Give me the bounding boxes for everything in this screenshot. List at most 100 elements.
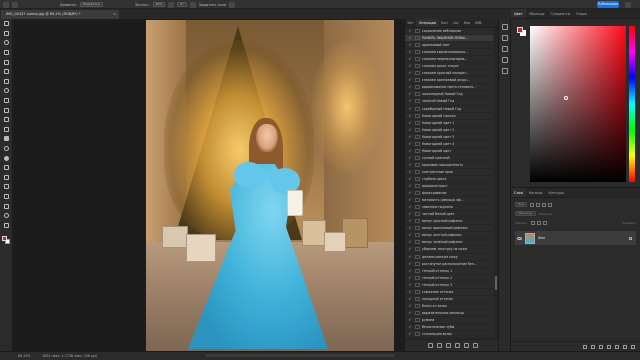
action-row[interactable]: ✓ снижение оттенка: [405, 289, 493, 296]
object-select-tool-icon[interactable]: [0, 48, 13, 58]
check-icon[interactable]: ✓: [405, 247, 415, 251]
check-icon[interactable]: ✓: [405, 318, 415, 322]
color-swatches[interactable]: [2, 236, 10, 244]
dialog-toggle-icon[interactable]: [415, 106, 420, 111]
brush-preset-picker[interactable]: [12, 1, 18, 8]
check-icon[interactable]: ✓: [405, 283, 415, 287]
color-picker-marker[interactable]: [564, 96, 568, 100]
check-icon[interactable]: ✓: [405, 85, 415, 89]
dialog-toggle-icon[interactable]: [415, 254, 420, 259]
check-icon[interactable]: ✓: [405, 184, 415, 188]
check-icon[interactable]: ✓: [405, 198, 415, 202]
check-icon[interactable]: ✓: [405, 240, 415, 244]
dialog-toggle-icon[interactable]: [415, 36, 420, 41]
fx-icon[interactable]: [591, 344, 595, 349]
play-icon[interactable]: [445, 343, 451, 348]
action-row[interactable]: ✓ заватина подлоня: [405, 204, 493, 212]
action-row[interactable]: ✓ золотой Новый Год: [405, 98, 493, 106]
check-icon[interactable]: ✓: [405, 142, 415, 146]
gradient-tool-icon[interactable]: [0, 134, 13, 144]
tab-gradients[interactable]: Градиенты: [547, 9, 573, 18]
dialog-toggle-icon[interactable]: [415, 177, 420, 181]
action-row[interactable]: ✓ глубина цвета: [405, 176, 493, 184]
action-row[interactable]: ✓ выравнивание свето-теневого...: [405, 84, 493, 92]
check-icon[interactable]: ✓: [405, 233, 415, 237]
layer-kind-select[interactable]: Вид: [515, 202, 528, 207]
action-row[interactable]: ✓ красивая насыщенность: [405, 162, 493, 169]
tab-color[interactable]: Цвет: [511, 9, 526, 18]
properties-panel-icon[interactable]: [501, 46, 508, 52]
tab-patterns[interactable]: Узоры: [573, 9, 590, 18]
pressure-icon[interactable]: [228, 1, 235, 8]
check-icon[interactable]: ✓: [405, 99, 415, 103]
dialog-toggle-icon[interactable]: [415, 64, 420, 69]
brush-tool-icon[interactable]: [0, 96, 13, 106]
action-row[interactable]: ✓ чистый белый цвет: [405, 211, 493, 219]
action-row[interactable]: ✓ спасаем красный колорит...: [405, 70, 493, 78]
canvas-area[interactable]: [14, 19, 402, 351]
actions-scrollbar[interactable]: [494, 28, 498, 339]
color-picker-field[interactable]: [530, 26, 626, 182]
actions-list[interactable]: ✓ сохранение веб версии ✓ ПАНЕЛЬ ЭКШЕНОВ НО…: [405, 28, 493, 339]
blur-tool-icon[interactable]: [0, 144, 13, 154]
action-row[interactable]: ✓ шоколадный Новый Год: [405, 91, 493, 99]
dialog-toggle-icon[interactable]: [415, 332, 420, 337]
lasso-tool-icon[interactable]: [0, 38, 13, 48]
check-icon[interactable]: ✓: [405, 262, 415, 266]
dialog-toggle-icon[interactable]: [415, 78, 420, 83]
check-icon[interactable]: ✓: [405, 64, 415, 68]
tab-channels[interactable]: Каналы: [526, 188, 546, 197]
zoom-tool-icon[interactable]: [0, 211, 13, 221]
filter-shape-icon[interactable]: [548, 202, 553, 207]
horizontal-scrollbar[interactable]: [205, 354, 395, 357]
check-icon[interactable]: ✓: [405, 57, 415, 61]
dialog-toggle-icon[interactable]: [415, 92, 420, 97]
dialog-toggle-icon[interactable]: [415, 268, 420, 273]
tab-libraries[interactable]: Бин: [439, 19, 451, 27]
crop-tool-icon[interactable]: [0, 57, 13, 67]
dialog-toggle-icon[interactable]: [415, 247, 420, 252]
dialog-toggle-icon[interactable]: [415, 71, 420, 76]
hand-tool-icon[interactable]: [0, 201, 13, 211]
stop-icon[interactable]: [427, 343, 433, 348]
check-icon[interactable]: ✓: [405, 163, 415, 167]
document-tab[interactable]: IMG_00347 копия.jpg @ 69,2% (RGB/8*) * ×: [1, 10, 119, 19]
adjustments-panel-icon[interactable]: [501, 57, 508, 63]
dialog-toggle-icon[interactable]: [415, 184, 420, 189]
action-row[interactable]: ✓ контрастные края: [405, 169, 493, 176]
dialog-toggle-icon[interactable]: [415, 205, 420, 210]
check-icon[interactable]: ✓: [405, 304, 415, 308]
dialog-toggle-icon[interactable]: [415, 141, 420, 146]
action-row[interactable]: ✓ убираем текстуру на коже: [405, 246, 493, 254]
action-row[interactable]: ✓ Новогодний цвет 2: [405, 127, 493, 134]
lock-all-icon[interactable]: [543, 220, 548, 225]
action-row[interactable]: ✓ спасаем оранжевый искру...: [405, 77, 493, 85]
lock-icon[interactable]: [629, 236, 632, 240]
clone-stamp-tool-icon[interactable]: [0, 105, 13, 115]
action-row[interactable]: ✓ Новогодний снежок: [405, 113, 493, 120]
search-icon[interactable]: [625, 1, 631, 8]
action-row[interactable]: ✓ теплый оттенок 2: [405, 275, 493, 282]
dialog-toggle-icon[interactable]: [415, 233, 420, 238]
dialog-toggle-icon[interactable]: [415, 219, 420, 224]
check-icon[interactable]: ✓: [405, 50, 415, 54]
action-row[interactable]: ✓ фильтрование: [405, 190, 493, 198]
check-icon[interactable]: ✓: [405, 191, 415, 195]
filter-type-icon[interactable]: [542, 202, 547, 207]
check-icon[interactable]: ✓: [405, 205, 415, 209]
angle-input[interactable]: 0°: [177, 2, 187, 7]
check-icon[interactable]: ✓: [405, 29, 415, 33]
check-icon[interactable]: ✓: [405, 114, 415, 118]
action-set-row[interactable]: ✓ ПАНЕЛЬ ЭКШЕНОВ НОВЫ...: [405, 35, 493, 43]
action-row[interactable]: ✓ Новогодний цвет 1: [405, 120, 493, 127]
action-row[interactable]: ✓ минус красный рефлекс: [405, 218, 493, 226]
check-icon[interactable]: ✓: [405, 71, 415, 75]
dialog-toggle-icon[interactable]: [415, 261, 420, 266]
dialog-toggle-icon[interactable]: [415, 29, 420, 34]
check-icon[interactable]: ✓: [405, 43, 415, 47]
action-row[interactable]: ✓ минус оранжевый рефлекс: [405, 225, 493, 233]
dialog-toggle-icon[interactable]: [415, 120, 420, 125]
adjustment-layer-icon[interactable]: [607, 344, 611, 349]
tab-history[interactable]: Ист: [405, 19, 416, 27]
history-brush-tool-icon[interactable]: [0, 115, 13, 125]
